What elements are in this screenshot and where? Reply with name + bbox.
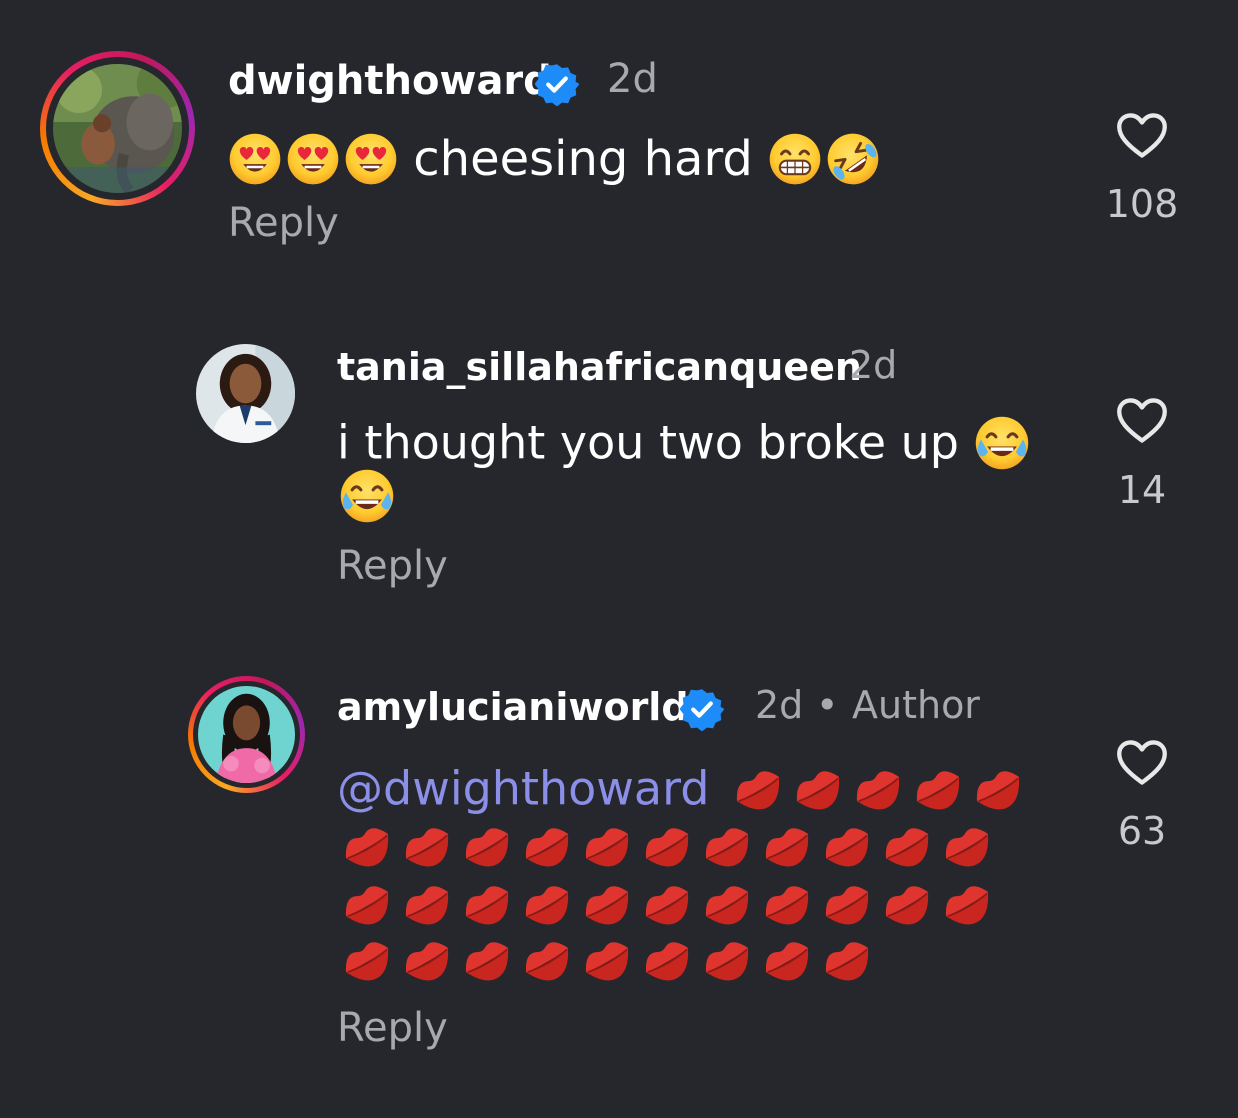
kiss-row-2 xyxy=(339,820,999,876)
like-count: 14 xyxy=(1117,468,1167,512)
kiss-emoji-icon xyxy=(459,934,515,986)
kiss-emoji-icon xyxy=(399,934,455,986)
kiss-emoji-icon xyxy=(579,820,635,872)
comment-body: cheesing hard xyxy=(413,131,753,187)
kiss-row-1 xyxy=(730,758,1030,812)
kiss-emoji-icon xyxy=(759,934,815,986)
timestamp: 2d xyxy=(607,56,658,102)
kiss-emoji-icon xyxy=(519,820,575,872)
kiss-emoji-icon xyxy=(519,878,575,930)
kiss-emoji-icon xyxy=(699,934,755,986)
kiss-emoji-icon xyxy=(759,878,815,930)
kiss-emoji-icon xyxy=(639,934,695,986)
reply-button[interactable]: Reply xyxy=(337,1005,448,1051)
kiss-emoji-icon xyxy=(339,878,395,930)
kiss-emoji-icon xyxy=(759,820,815,872)
username[interactable]: amylucianiworld xyxy=(337,685,689,729)
joy-emoji-icon xyxy=(339,468,395,524)
kiss-emoji-icon xyxy=(639,820,695,872)
kiss-emoji-icon xyxy=(339,820,395,872)
heart-outline-icon[interactable] xyxy=(1116,112,1168,160)
reply-button[interactable]: Reply xyxy=(337,543,448,589)
username[interactable]: dwighthoward xyxy=(228,58,552,104)
heart-eyes-emoji-icon xyxy=(228,132,282,186)
author-label: Author xyxy=(852,683,980,727)
kiss-emoji-icon xyxy=(939,820,995,872)
like-count: 63 xyxy=(1117,809,1167,853)
kiss-emoji-icon xyxy=(519,934,575,986)
rofl-emoji-icon xyxy=(826,132,880,186)
kiss-emoji-icon xyxy=(459,820,515,872)
woman-in-pink-photo xyxy=(198,686,295,783)
username[interactable]: tania_sillahafricanqueen xyxy=(337,345,862,389)
comment-text: i thought you two broke up xyxy=(337,412,1030,470)
kiss-emoji-icon xyxy=(879,878,935,930)
kiss-emoji-icon xyxy=(579,878,635,930)
kiss-emoji-icon xyxy=(399,878,455,930)
kiss-emoji-icon xyxy=(879,820,935,872)
timestamp: 2d xyxy=(755,683,804,727)
kiss-emoji-icon xyxy=(850,763,906,815)
comment-body: i thought you two broke up xyxy=(337,415,959,470)
kiss-emoji-icon xyxy=(730,763,786,815)
kiss-emoji-icon xyxy=(819,878,875,930)
verified-badge-icon xyxy=(535,62,579,106)
kiss-row-4 xyxy=(339,934,879,990)
elephant-photo xyxy=(53,64,182,193)
author-separator: • xyxy=(816,683,839,727)
like-count: 108 xyxy=(1105,182,1179,226)
kiss-emoji-icon xyxy=(819,934,875,986)
heart-outline-icon[interactable] xyxy=(1116,739,1168,787)
reply-button[interactable]: Reply xyxy=(228,200,339,246)
kiss-emoji-icon xyxy=(579,934,635,986)
kiss-emoji-icon xyxy=(639,878,695,930)
kiss-emoji-icon xyxy=(939,878,995,930)
grin-emoji-icon xyxy=(768,132,822,186)
avatar[interactable] xyxy=(40,51,195,206)
heart-eyes-emoji-icon xyxy=(344,132,398,186)
comment-text: cheesing hard xyxy=(228,128,880,188)
avatar[interactable] xyxy=(188,676,305,793)
joy-emoji-icon xyxy=(974,415,1030,471)
kiss-emoji-icon xyxy=(339,934,395,986)
kiss-emoji-icon xyxy=(970,763,1026,815)
heart-outline-icon[interactable] xyxy=(1116,397,1168,445)
kiss-emoji-icon xyxy=(790,763,846,815)
woman-in-lab-coat-photo xyxy=(196,344,295,443)
mention-link[interactable]: @dwighthoward xyxy=(337,762,709,816)
timestamp: 2d xyxy=(849,343,898,387)
kiss-emoji-icon xyxy=(399,820,455,872)
kiss-emoji-icon xyxy=(459,878,515,930)
kiss-emoji-icon xyxy=(910,763,966,815)
kiss-emoji-icon xyxy=(699,820,755,872)
kiss-emoji-icon xyxy=(699,878,755,930)
comment-text: @dwighthoward xyxy=(337,758,1030,820)
kiss-emoji-icon xyxy=(819,820,875,872)
avatar[interactable] xyxy=(196,344,295,443)
heart-eyes-emoji-icon xyxy=(286,132,340,186)
verified-badge-icon xyxy=(680,687,724,731)
kiss-row-3 xyxy=(339,878,999,934)
